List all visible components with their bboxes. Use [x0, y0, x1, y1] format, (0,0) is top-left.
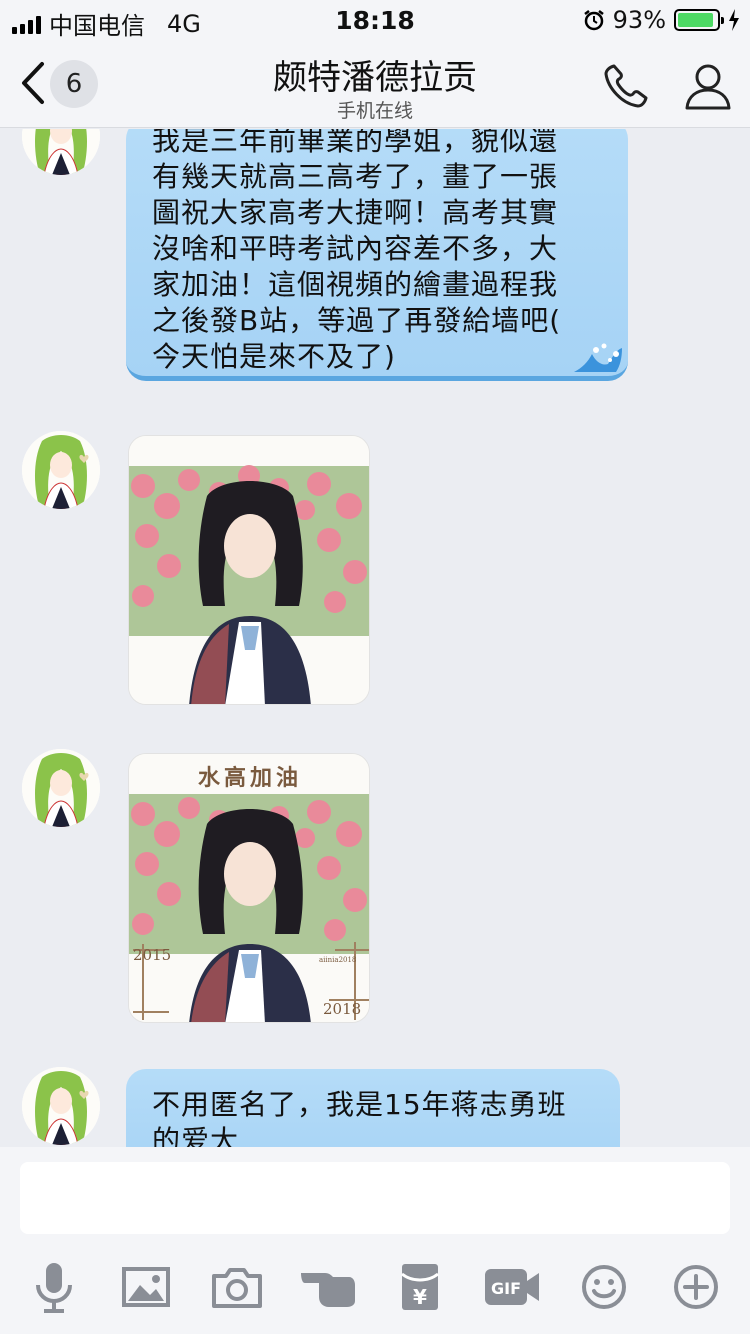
sender-avatar[interactable]: [22, 129, 100, 175]
charging-icon: [729, 9, 739, 31]
sender-avatar[interactable]: [22, 431, 100, 509]
image-overlay-title: 水高加油: [197, 765, 302, 791]
battery-percent: 93%: [612, 6, 666, 34]
photo-icon[interactable]: [116, 1257, 176, 1317]
image-overlay-year-end: 2018: [323, 1000, 362, 1018]
illustration-image: [129, 436, 369, 704]
plus-icon[interactable]: [666, 1257, 726, 1317]
image-message[interactable]: [128, 435, 370, 705]
svg-text:GIF: GIF: [491, 1279, 521, 1298]
gif-icon[interactable]: GIF: [482, 1257, 542, 1317]
emoji-icon[interactable]: [574, 1257, 634, 1317]
status-right: 93%: [583, 6, 740, 34]
image-overlay-year-start: 2015: [133, 946, 172, 964]
profile-icon[interactable]: [682, 60, 734, 112]
camera-icon[interactable]: [207, 1257, 267, 1317]
image-overlay-signature: aiinia2018: [319, 956, 357, 964]
mic-icon[interactable]: [24, 1257, 84, 1317]
message-input[interactable]: [20, 1162, 730, 1234]
composer-toolbar: ¥ GIF: [0, 1257, 750, 1317]
image-message[interactable]: 水高加油 2015 2018 aiinia2018: [128, 753, 370, 1023]
wave-decoration-icon: [574, 343, 622, 372]
red-packet-icon[interactable]: ¥: [390, 1257, 450, 1317]
battery-icon: [674, 9, 724, 31]
phone-icon[interactable]: [600, 60, 652, 112]
illustration-image: [129, 754, 369, 1022]
svg-text:¥: ¥: [413, 1285, 427, 1309]
alarm-icon: [583, 10, 604, 31]
text-message-bubble[interactable]: 不用匿名了，我是15年蒋志勇班 的爱大: [126, 1069, 620, 1147]
message-text: 不用匿名了，我是15年蒋志勇班 的爱大: [152, 1088, 567, 1147]
status-bar: 中国电信 4G 18:18 93%: [0, 0, 750, 40]
sender-avatar[interactable]: [22, 749, 100, 827]
composer: ¥ GIF: [0, 1147, 750, 1334]
chat-header: 6 颇特潘德拉贡 手机在线: [0, 40, 750, 128]
message-text: 我是三年前畢業的學姐，貌似還 有幾天就高三高考了，畫了一張 圖祝大家高考大捷啊！…: [152, 129, 562, 373]
message-list[interactable]: 我是三年前畢業的學姐，貌似還 有幾天就高三高考了，畫了一張 圖祝大家高考大捷啊！…: [0, 129, 750, 1147]
poke-icon[interactable]: [298, 1257, 358, 1317]
sender-avatar[interactable]: [22, 1067, 100, 1145]
text-message-bubble[interactable]: 我是三年前畢業的學姐，貌似還 有幾天就高三高考了，畫了一張 圖祝大家高考大捷啊！…: [126, 129, 628, 381]
